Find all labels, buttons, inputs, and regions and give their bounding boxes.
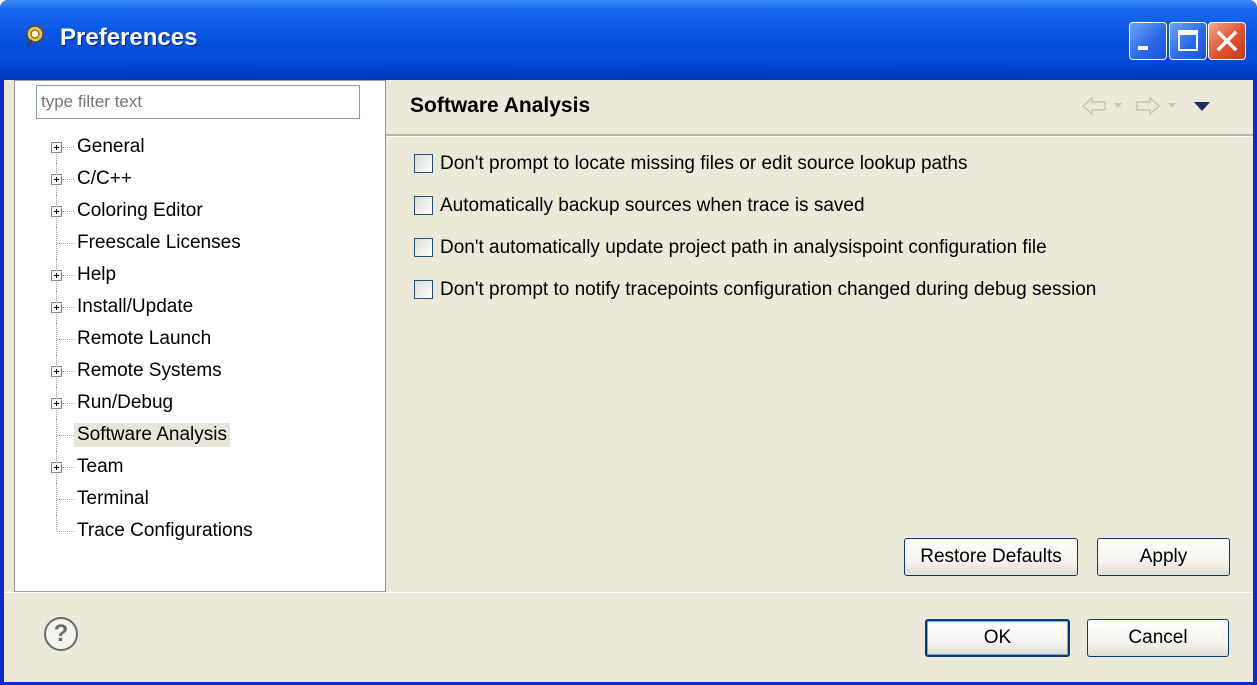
tree-item[interactable]: Help [15,259,385,291]
option-label: Don't prompt to locate missing files or … [440,153,968,174]
option-label: Don't automatically update project path … [440,237,1047,258]
minimize-icon [1138,46,1148,50]
checkbox[interactable] [414,154,433,173]
title-separator [386,134,1253,137]
restore-defaults-label: Restore Defaults [920,546,1062,567]
ok-label: OK [983,627,1012,648]
checkbox[interactable] [414,196,433,215]
preference-navigation-pane: General C/C++ Coloring Editor Freescale Lic… [14,80,386,592]
cancel-label: Cancel [1128,627,1188,648]
tree-item[interactable]: Trace Configurations [15,515,385,547]
ok-button[interactable]: OK [925,619,1070,657]
tree-item-label: Team [77,456,124,477]
tree-item[interactable]: Remote Systems [15,355,385,387]
back-dropdown-icon[interactable] [1113,102,1123,110]
forward-arrow-icon[interactable] [1135,96,1161,116]
help-icon[interactable]: ? [44,617,78,651]
tree-item[interactable]: General [15,131,385,163]
cancel-button[interactable]: Cancel [1087,619,1229,657]
tree-item-label: Remote Systems [77,360,222,381]
apply-button[interactable]: Apply [1097,538,1230,576]
tree-connector [62,275,74,276]
tree-item[interactable]: Terminal [15,483,385,515]
tree-item-label: Freescale Licenses [77,232,241,253]
dialog-button-bar: ? OK Cancel [4,592,1253,682]
checkbox[interactable] [414,280,433,299]
tree-connector [62,467,74,468]
back-arrow-icon[interactable] [1081,96,1107,116]
tree-connector [62,403,74,404]
expand-plus-icon[interactable] [51,366,62,377]
tree-item-label: Terminal [77,488,149,509]
expand-plus-icon[interactable] [51,270,62,281]
tree-connector [62,179,74,180]
option-label: Automatically backup sources when trace … [440,195,865,216]
tree-item[interactable]: Software Analysis [15,419,385,451]
forward-dropdown-icon[interactable] [1167,102,1177,110]
expand-plus-icon[interactable] [51,174,62,185]
tree-item[interactable]: Install/Update [15,291,385,323]
tree-item-label: Remote Launch [77,328,212,349]
tree-connector [62,307,74,308]
apply-label: Apply [1139,546,1188,567]
expand-plus-icon[interactable] [51,398,62,409]
page-title: Software Analysis [410,94,591,117]
maximize-icon [1178,30,1198,51]
title-bar[interactable]: Preferences [0,0,1257,80]
checkbox[interactable] [414,238,433,257]
tree-item-label: C/C++ [77,168,132,189]
expand-plus-icon[interactable] [51,462,62,473]
tree-item-label: Run/Debug [77,392,174,413]
tree-connector [56,515,57,531]
tree-item[interactable]: Coloring Editor [15,195,385,227]
preference-tree: General C/C++ Coloring Editor Freescale Lic… [15,131,385,547]
tree-item-label: Help [77,264,117,285]
expand-plus-icon[interactable] [51,142,62,153]
dialog-client-area: General C/C++ Coloring Editor Freescale Lic… [4,80,1253,682]
tree-connector [57,243,74,244]
tree-connector [62,147,74,148]
tree-connector [57,499,74,500]
close-button[interactable] [1208,22,1246,60]
tree-connector [62,371,74,372]
preference-page: Software Analysis Don't prompt to locate… [386,80,1253,590]
tree-item-label: Trace Configurations [77,520,253,541]
tree-connector [57,435,74,436]
tree-item-label: Coloring Editor [77,200,203,221]
tree-item[interactable]: Run/Debug [15,387,385,419]
expand-plus-icon[interactable] [51,206,62,217]
tree-item-label: General [77,136,145,157]
expand-plus-icon[interactable] [51,302,62,313]
tree-item-label: Install/Update [77,296,194,317]
tree-connector [62,211,74,212]
tree-item[interactable]: Team [15,451,385,483]
minimize-button[interactable] [1129,22,1167,60]
eclipse-app-icon [26,25,44,47]
view-menu-icon[interactable] [1193,100,1211,112]
page-nav-toolbar [1081,94,1231,118]
tree-item[interactable]: C/C++ [15,163,385,195]
tree-item[interactable]: Freescale Licenses [15,227,385,259]
option-label: Don't prompt to notify tracepoints confi… [440,279,1097,300]
restore-defaults-button[interactable]: Restore Defaults [904,538,1078,576]
tree-connector [57,339,74,340]
window-title: Preferences [60,24,198,51]
close-icon [1216,30,1238,52]
tree-item[interactable]: Remote Launch [15,323,385,355]
tree-connector [57,531,74,532]
maximize-button[interactable] [1169,22,1207,60]
tree-item-label: Software Analysis [74,423,230,447]
preferences-window: Preferences General C/C++ Coloring Editor F… [0,0,1257,685]
filter-input[interactable] [36,85,360,119]
